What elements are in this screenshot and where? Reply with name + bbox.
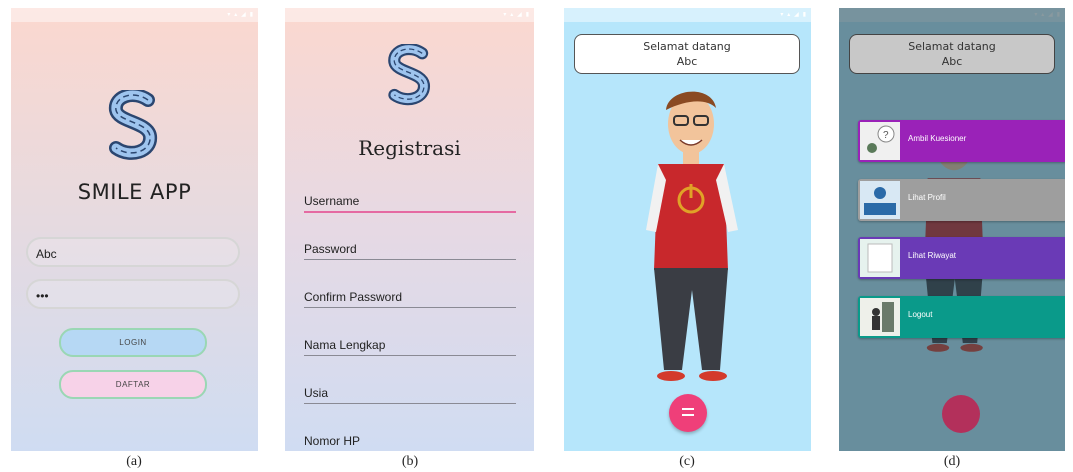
greeting-box: Selamat datang Abc	[574, 34, 800, 74]
caption-c: (c)	[679, 454, 695, 469]
menu-label: Ambil Kuesioner	[908, 134, 967, 143]
character-illustration	[646, 91, 738, 381]
menu-icon	[682, 408, 694, 410]
menu-label: Logout	[908, 310, 933, 319]
phone-field[interactable]: Nomor HP	[304, 434, 516, 451]
menu-item-ambil-kuesioner[interactable]: ? Ambil Kuesioner	[858, 120, 1065, 162]
history-icon	[860, 239, 900, 277]
caption-d: (d)	[943, 454, 961, 469]
menu-item-lihat-riwayat[interactable]: Lihat Riwayat	[858, 237, 1065, 279]
username-field[interactable]: Username	[304, 194, 516, 213]
status-icons: ▾ ▴ ◢ ▮	[227, 11, 254, 18]
menu-fab-button[interactable]	[669, 394, 707, 432]
login-button[interactable]: LOGIN	[59, 328, 207, 357]
password-field[interactable]: Password	[304, 242, 516, 260]
status-bar: ▾ ▴ ◢ ▮	[285, 8, 534, 22]
menu-item-lihat-profil[interactable]: Lihat Profil	[858, 179, 1065, 221]
dim-overlay	[839, 8, 1065, 451]
status-icons: ▾ ▴ ◢ ▮	[503, 11, 530, 18]
greeting-text: Selamat datang	[908, 40, 996, 53]
daftar-button[interactable]: DAFTAR	[59, 370, 207, 399]
smile-logo-icon	[109, 90, 157, 160]
status-bar: ▾ ▴ ◢ ▮	[564, 8, 811, 22]
profile-icon	[860, 181, 900, 219]
caption-b: (b)	[401, 454, 419, 469]
register-screen: ▾ ▴ ◢ ▮ Registrasi Username Password Con…	[285, 8, 534, 451]
caption-a: (a)	[126, 454, 142, 469]
menu-icon-bar	[682, 414, 694, 416]
login-screen: ▾ ▴ ◢ ▮ SMILE APP Abc ••• LOGIN DAFTAR	[11, 8, 258, 451]
home-screen: ▾ ▴ ◢ ▮ Selamat datang Abc	[564, 8, 811, 451]
menu-item-logout[interactable]: Logout	[858, 296, 1065, 338]
age-field[interactable]: Usia	[304, 386, 516, 404]
logout-icon	[860, 298, 900, 336]
username-input[interactable]: Abc	[26, 237, 240, 267]
full-name-field[interactable]: Nama Lengkap	[304, 338, 516, 356]
register-title: Registrasi	[358, 136, 461, 160]
password-input[interactable]: •••	[26, 279, 240, 309]
greeting-box: Selamat datang Abc	[849, 34, 1055, 74]
status-icons: ▾ ▴ ◢ ▮	[780, 11, 807, 18]
menu-screen: ▾ ▴ ◢ ▮ Selamat datang Abc ? Ambil Kuesi…	[839, 8, 1065, 451]
menu-label: Lihat Profil	[908, 193, 946, 202]
greeting-username: Abc	[941, 55, 963, 68]
question-icon: ?	[860, 122, 900, 160]
greeting-text: Selamat datang	[643, 40, 731, 53]
status-bar: ▾ ▴ ◢ ▮	[11, 8, 258, 22]
greeting-username: Abc	[676, 55, 698, 68]
smile-logo-icon	[388, 44, 430, 106]
svg-text:?: ?	[883, 130, 889, 141]
menu-label: Lihat Riwayat	[908, 251, 957, 260]
menu-fab-button[interactable]	[942, 395, 980, 433]
app-title: SMILE APP	[77, 180, 192, 204]
confirm-password-field[interactable]: Confirm Password	[304, 290, 516, 308]
